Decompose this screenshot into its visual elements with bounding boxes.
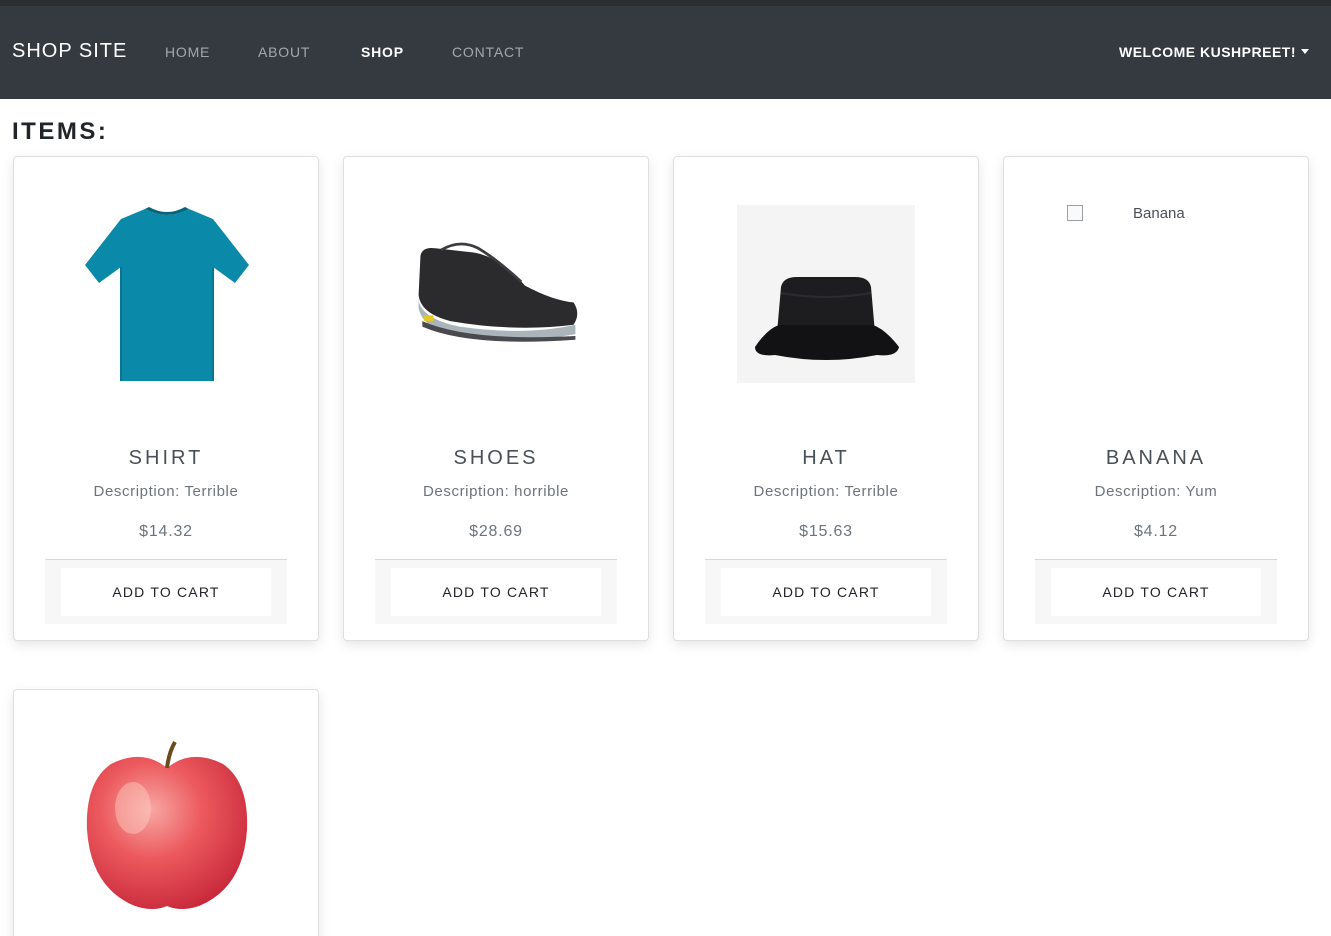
add-to-cart-button[interactable]: ADD TO CART [391,568,601,616]
product-description: Description: horrible [423,483,569,500]
bucket-hat-icon [755,277,899,360]
product-image-hat [737,205,915,383]
product-card-shoes: SHOES Description: horrible $28.69 ADD T… [343,156,649,641]
nav-link-about[interactable]: ABOUT [258,44,310,60]
product-title: SHOES [453,447,539,469]
product-price: $4.12 [1133,523,1179,540]
product-title: HAT [802,447,850,469]
brand-logo[interactable]: SHOP SITE [12,40,127,63]
product-title: SHIRT [128,447,204,469]
product-image-shirt [83,205,251,383]
product-card-hat: HAT Description: Terrible $15.63 ADD TO … [673,156,979,641]
product-image-apple [83,738,251,916]
product-card-banana: Banana BANANA Description: Yum $4.12 ADD… [1003,156,1309,641]
card-footer: ADD TO CART [375,559,617,624]
broken-image-icon [1067,205,1083,221]
user-menu-label: WELCOME KUSHPREET! [1119,44,1296,60]
product-card-shirt: SHIRT Description: Terrible $14.32 ADD T… [13,156,319,641]
sneaker-icon [418,242,578,342]
card-footer: ADD TO CART [1035,559,1277,624]
product-image-banana: Banana [1067,205,1247,225]
product-card-apple [13,689,319,936]
card-footer: ADD TO CART [45,559,287,624]
product-title: BANANA [1105,447,1207,469]
product-description: Description: Terrible [93,483,239,500]
nav-link-contact[interactable]: CONTACT [452,44,524,60]
product-price: $14.32 [139,523,193,540]
product-image-shoes [413,205,581,383]
apple-icon [86,740,248,909]
add-to-cart-button[interactable]: ADD TO CART [721,568,931,616]
caret-down-icon [1301,49,1309,54]
add-to-cart-button[interactable]: ADD TO CART [61,568,271,616]
product-description: Description: Terrible [753,483,899,500]
add-to-cart-button[interactable]: ADD TO CART [1051,568,1261,616]
tshirt-icon [85,207,249,381]
product-price: $15.63 [799,523,853,540]
product-price: $28.69 [469,523,523,540]
navbar: SHOP SITE HOME ABOUT SHOP CONTACT WELCOM… [0,6,1331,99]
card-footer: ADD TO CART [705,559,947,624]
image-alt-text: Banana [1133,205,1185,222]
nav-link-home[interactable]: HOME [165,44,210,60]
user-menu-dropdown[interactable]: WELCOME KUSHPREET! [1119,44,1309,60]
nav-link-shop[interactable]: SHOP [361,44,404,60]
items-heading: ITEMS: [12,118,109,145]
product-description: Description: Yum [1094,483,1218,500]
